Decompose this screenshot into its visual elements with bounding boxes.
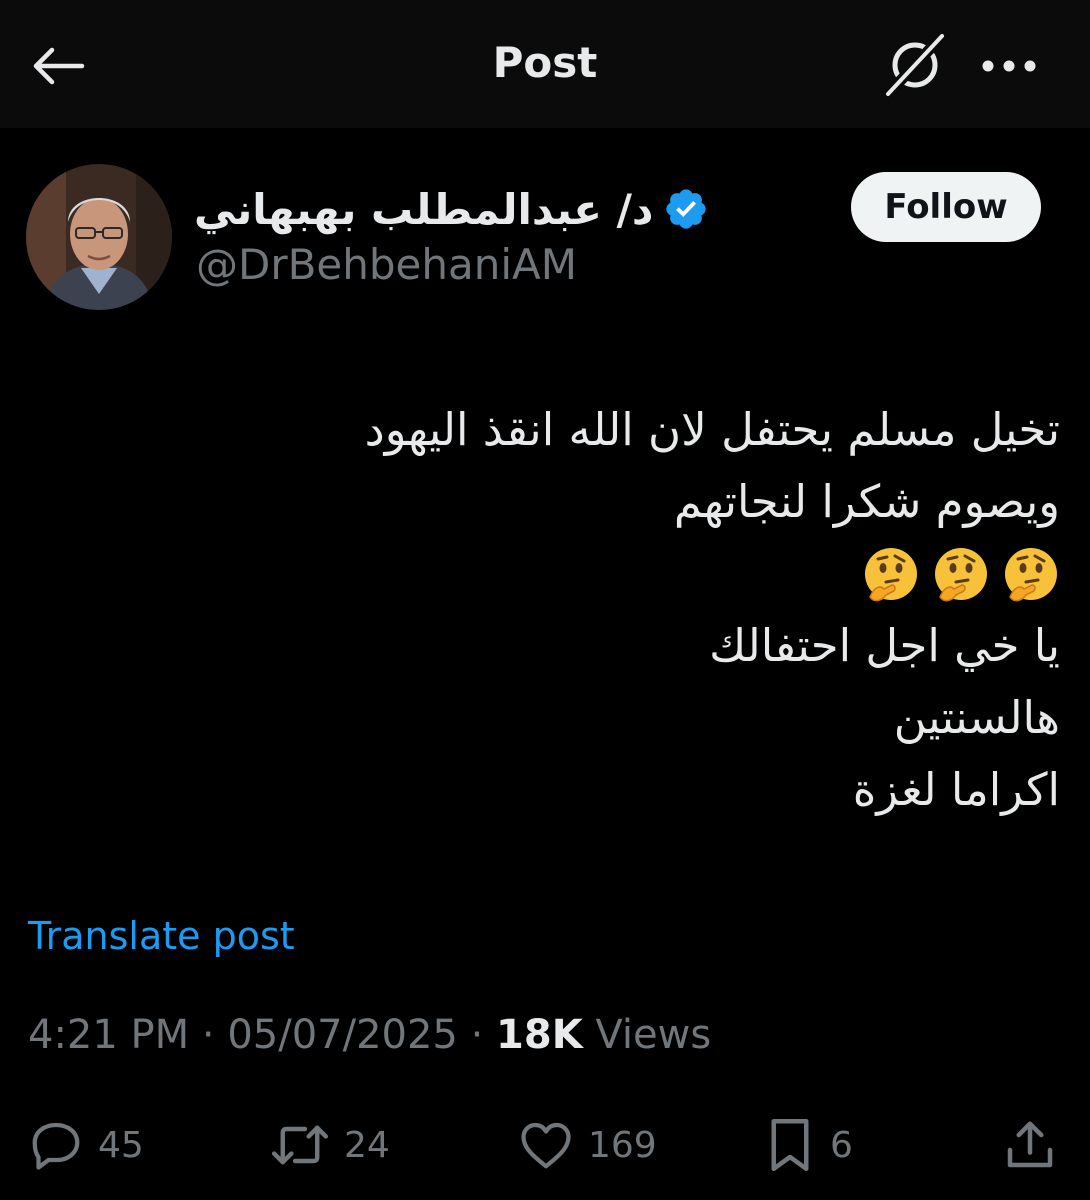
grok-icon (882, 32, 948, 98)
bookmark-count: 6 (830, 1124, 853, 1166)
repost-count: 24 (344, 1124, 390, 1166)
action-bar: 45 24 169 6 (0, 1110, 1090, 1180)
repost-button[interactable]: 24 (268, 1110, 390, 1180)
back-button[interactable] (26, 36, 90, 96)
grok-button[interactable] (878, 30, 952, 100)
like-count: 169 (588, 1124, 657, 1166)
post-time[interactable]: 4:21 PM (28, 1012, 189, 1058)
reply-count: 45 (98, 1124, 144, 1166)
author-display-name[interactable]: د/ عبدالمطلب بهبهاني (194, 185, 653, 234)
post-date[interactable]: 05/07/2025 (227, 1012, 458, 1058)
post-line: يا خي اجل احتفالك (709, 619, 1060, 672)
meta-separator: · (470, 1012, 484, 1058)
meta-separator: · (201, 1012, 215, 1058)
thinking-emoji-row (40, 538, 1060, 610)
share-icon (1007, 1121, 1053, 1168)
post-line: ويصوم شكرا لنجاتهم (673, 475, 1060, 528)
thinking-face-icon (935, 548, 987, 602)
follow-button[interactable]: Follow (851, 172, 1041, 242)
reply-icon (32, 1122, 80, 1170)
thinking-face-icon (1005, 548, 1057, 602)
translate-post-link[interactable]: Translate post (28, 914, 295, 958)
repost-icon (271, 1125, 329, 1165)
post-line: هالسنتين (893, 691, 1060, 744)
thinking-face-icon (865, 548, 917, 602)
views-label: Views (595, 1012, 712, 1058)
heart-icon (521, 1122, 571, 1169)
post-line: اكراما لغزة (852, 763, 1060, 816)
bookmark-button[interactable]: 6 (762, 1110, 853, 1180)
arrow-left-icon (33, 47, 85, 85)
author-handle[interactable]: @DrBehbehaniAM (196, 240, 577, 289)
share-button[interactable] (1000, 1110, 1060, 1180)
more-options-button[interactable] (974, 36, 1044, 96)
top-bar: Post (0, 0, 1090, 128)
post-meta: 4:21 PM · 05/07/2025 · 18K Views (28, 1012, 711, 1058)
bookmark-icon (771, 1119, 809, 1171)
views-count: 18K (496, 1012, 583, 1058)
more-dots-icon (982, 60, 1036, 72)
post-line: تخيل مسلم يحتفل لان الله انقذ اليهود (364, 403, 1060, 456)
avatar[interactable] (26, 164, 172, 310)
reply-button[interactable]: 45 (26, 1110, 144, 1180)
post-text: تخيل مسلم يحتفل لان الله انقذ اليهود ويص… (40, 394, 1060, 826)
like-button[interactable]: 169 (516, 1110, 657, 1180)
verified-badge-icon (666, 189, 707, 229)
author-name-row[interactable]: د/ عبدالمطلب بهبهاني (194, 178, 709, 240)
